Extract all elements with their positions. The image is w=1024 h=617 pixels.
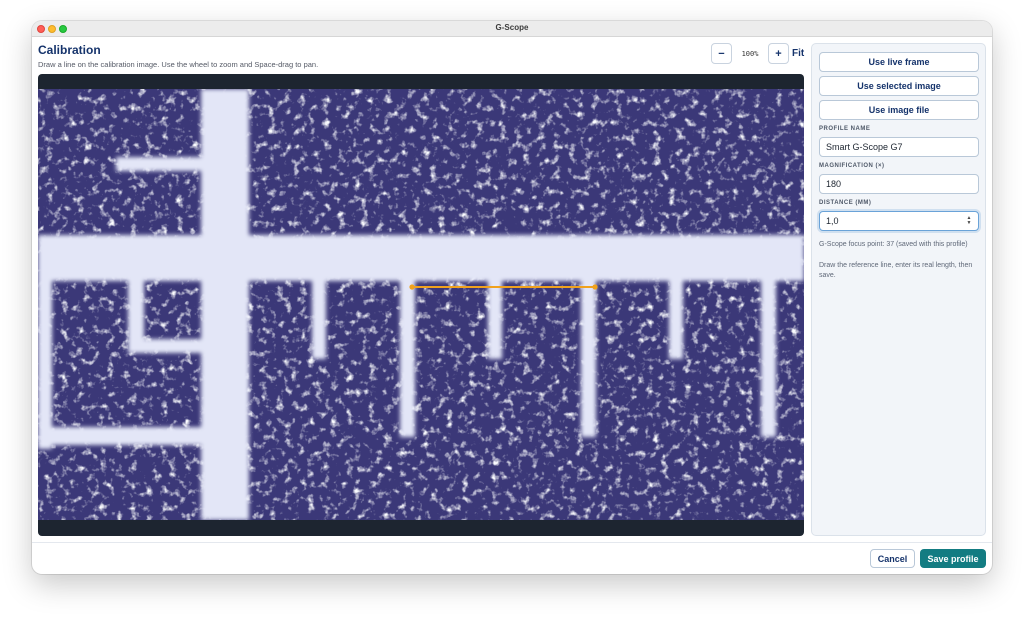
profile-name-input[interactable]: Smart G-Scope G7 <box>819 137 979 157</box>
chevron-up-down-icon[interactable]: ▲ ▼ <box>965 215 973 227</box>
window-title: G-Scope <box>495 23 529 32</box>
magnification-label: MAGNIFICATION (×) <box>819 163 885 169</box>
reference-line-start-handle[interactable] <box>409 284 415 290</box>
focus-point-info: G-Scope focus point: 37 (saved with this… <box>819 241 968 248</box>
calibration-panel: Use live frame Use selected image Use im… <box>811 43 986 536</box>
zoom-level: 100% <box>741 50 759 58</box>
substrate-texture <box>38 89 804 520</box>
zoom-in-button[interactable]: + <box>768 43 789 64</box>
distance-input[interactable]: 1,0 ▲ ▼ <box>819 211 979 231</box>
use-selected-image-button[interactable]: Use selected image <box>819 76 979 96</box>
calibration-image[interactable] <box>38 89 804 520</box>
calibration-canvas[interactable] <box>38 74 804 536</box>
fit-button[interactable]: Fit <box>792 48 804 59</box>
app-window: G-Scope Calibration Draw a line on the c… <box>32 21 992 574</box>
reference-line-end-handle[interactable] <box>592 284 598 290</box>
footer-divider <box>32 542 992 543</box>
save-profile-button[interactable]: Save profile <box>920 549 986 568</box>
page-subtitle: Draw a line on the calibration image. Us… <box>38 60 319 69</box>
title-bar: G-Scope <box>32 21 992 37</box>
use-live-frame-button[interactable]: Use live frame <box>819 52 979 72</box>
distance-value: 1,0 <box>826 216 839 226</box>
zoom-out-button[interactable]: − <box>711 43 732 64</box>
profile-name-label: PROFILE NAME <box>819 126 871 132</box>
use-image-file-button[interactable]: Use image file <box>819 100 979 120</box>
cancel-button[interactable]: Cancel <box>870 549 915 568</box>
magnification-input[interactable]: 180 <box>819 174 979 194</box>
calibration-instructions: Draw the reference line, enter its real … <box>819 262 973 279</box>
page-title: Calibration <box>38 43 101 57</box>
distance-label: DISTANCE (MM) <box>819 200 872 206</box>
